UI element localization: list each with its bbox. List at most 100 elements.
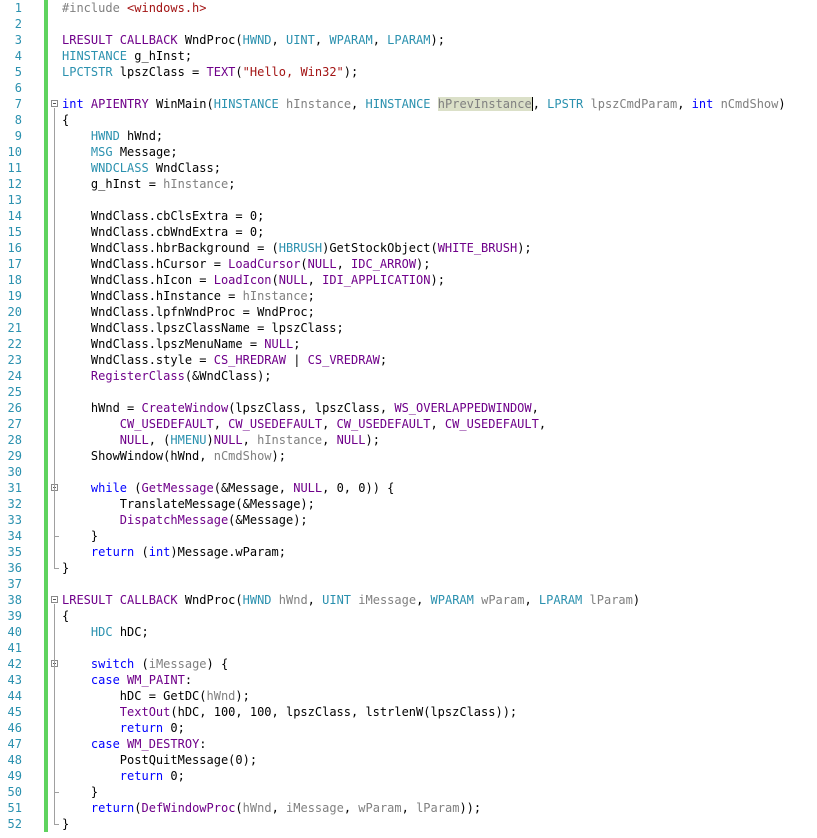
code-token: WndClass.hInstance =: [62, 289, 243, 303]
code-line[interactable]: 24 RegisterClass(&WndClass);: [0, 368, 817, 384]
code-line[interactable]: 34 }: [0, 528, 817, 544]
code-line[interactable]: 10 MSG Message;: [0, 144, 817, 160]
code-token: hWnd: [206, 689, 236, 703]
code-token: ,: [271, 801, 287, 815]
code-line[interactable]: 12 g_hInst = hInstance;: [0, 176, 817, 192]
line-number: 31: [7, 481, 22, 495]
code-line[interactable]: 38 LRESULT CALLBACK WndProc(HWND hWnd, UI…: [0, 592, 817, 608]
code-line[interactable]: 21 WndClass.lpszClassName = lpszClass;: [0, 320, 817, 336]
code-token: ,: [271, 33, 286, 47]
code-line[interactable]: 18 WndClass.hIcon = LoadIcon(NULL, IDI_A…: [0, 272, 817, 288]
code-line[interactable]: 44 hDC = GetDC(hWnd);: [0, 688, 817, 704]
code-token: )Message.wParam;: [170, 545, 286, 559]
code-token: TranslateMessage(&Message);: [62, 497, 315, 511]
code-line[interactable]: 22 WndClass.lpszMenuName = NULL;: [0, 336, 817, 352]
code-line[interactable]: 49 return 0;: [0, 768, 817, 784]
code-token: LPCTSTR: [62, 65, 113, 79]
code-text: HDC hDC;: [62, 624, 149, 640]
code-line[interactable]: 46 return 0;: [0, 720, 817, 736]
code-line[interactable]: 11 WNDCLASS WndClass;: [0, 160, 817, 176]
code-line[interactable]: 33 DispatchMessage(&Message);: [0, 512, 817, 528]
code-text: WndClass.hIcon = LoadIcon(NULL, IDI_APPL…: [62, 272, 445, 288]
code-text: CW_USEDEFAULT, CW_USEDEFAULT, CW_USEDEFA…: [62, 416, 546, 432]
line-number: 8: [14, 113, 22, 127]
code-line[interactable]: 6: [0, 80, 817, 96]
line-number: 22: [7, 337, 22, 351]
code-line[interactable]: 8{: [0, 112, 817, 128]
fold-collapse-icon[interactable]: [51, 100, 58, 107]
code-line[interactable]: 35 return (int)Message.wParam;: [0, 544, 817, 560]
code-line[interactable]: 26 hWnd = CreateWindow(lpszClass, lpszCl…: [0, 400, 817, 416]
fold-guide-line: [54, 492, 55, 536]
code-text: hWnd = CreateWindow(lpszClass, lpszClass…: [62, 400, 539, 416]
code-line[interactable]: 20 WndClass.lpfnWndProc = WndProc;: [0, 304, 817, 320]
fold-collapse-icon[interactable]: [51, 596, 58, 603]
code-token: :: [199, 737, 207, 751]
code-token: hWnd;: [119, 129, 164, 143]
code-line[interactable]: 13: [0, 192, 817, 208]
code-line[interactable]: 5 LPCTSTR lpszClass = TEXT("Hello, Win32"…: [0, 64, 817, 80]
code-token: (&Message,: [213, 481, 294, 495]
code-token: CS_VREDRAW: [307, 353, 380, 367]
code-line[interactable]: 2: [0, 16, 817, 32]
code-line[interactable]: 4 HINSTANCE g_hInst;: [0, 48, 817, 64]
line-number: 16: [7, 241, 22, 255]
code-line[interactable]: 16 WndClass.hbrBackground = (HBRUSH)GetS…: [0, 240, 817, 256]
code-lines[interactable]: 1 #include <windows.h> 2 3 LRESULT CALLBACK …: [0, 0, 817, 832]
code-line[interactable]: 14 WndClass.cbClsExtra = 0;: [0, 208, 817, 224]
code-line[interactable]: 28 NULL, (HMENU)NULL, hInstance, NULL);: [0, 432, 817, 448]
code-token: , 0, 0)) {: [322, 481, 395, 495]
code-line[interactable]: 31 while (GetMessage(&Message, NULL, 0, …: [0, 480, 817, 496]
code-line[interactable]: 50 }: [0, 784, 817, 800]
code-token: hPrevInstance: [437, 97, 532, 111]
line-number: 21: [7, 321, 22, 335]
code-editor[interactable]: 1 #include <windows.h> 2 3 LRESULT CALLBACK …: [0, 0, 817, 838]
line-number: 9: [14, 129, 22, 143]
code-line[interactable]: 41: [0, 640, 817, 656]
code-line[interactable]: 52}: [0, 816, 817, 832]
code-line[interactable]: 47 case WM_DESTROY:: [0, 736, 817, 752]
code-line[interactable]: 17 WndClass.hCursor = LoadCursor(NULL, I…: [0, 256, 817, 272]
code-line[interactable]: 48 PostQuitMessage(0);: [0, 752, 817, 768]
code-line[interactable]: 45 TextOut(hDC, 100, 100, lpszClass, lst…: [0, 704, 817, 720]
code-text: WNDCLASS WndClass;: [62, 160, 221, 176]
code-line[interactable]: 42 switch (iMessage) {: [0, 656, 817, 672]
code-text: NULL, (HMENU)NULL, hInstance, NULL);: [62, 432, 380, 448]
code-line[interactable]: 30: [0, 464, 817, 480]
code-token: wParam: [358, 801, 402, 815]
code-token: IDC_ARROW: [351, 257, 417, 271]
code-line[interactable]: 37: [0, 576, 817, 592]
code-token: |: [285, 353, 308, 367]
code-line[interactable]: 1 #include <windows.h>: [0, 0, 817, 16]
code-line[interactable]: 19 WndClass.hInstance = hInstance;: [0, 288, 817, 304]
code-token: ,: [372, 33, 388, 47]
code-token: hWnd: [278, 593, 308, 607]
code-line[interactable]: 27 CW_USEDEFAULT, CW_USEDEFAULT, CW_USED…: [0, 416, 817, 432]
code-line[interactable]: 39 {: [0, 608, 817, 624]
code-line[interactable]: 51 return(DefWindowProc(hWnd, iMessage, …: [0, 800, 817, 816]
code-token: NULL: [213, 433, 243, 447]
line-number: 19: [7, 289, 22, 303]
code-line[interactable]: 32 TranslateMessage(&Message);: [0, 496, 817, 512]
code-token: PostQuitMessage(0);: [62, 753, 258, 767]
line-number: 38: [7, 593, 22, 607]
code-line[interactable]: 7 int APIENTRY WinMain(HINSTANCE hInstanc…: [0, 96, 817, 112]
code-token: LRESULT CALLBACK: [62, 33, 178, 47]
code-line[interactable]: 15 WndClass.cbWndExtra = 0;: [0, 224, 817, 240]
code-token: (: [300, 257, 308, 271]
line-number: 28: [7, 433, 22, 447]
code-line[interactable]: 3 LRESULT CALLBACK WndProc(HWND, UINT, WP…: [0, 32, 817, 48]
code-line[interactable]: 36}: [0, 560, 817, 576]
code-line[interactable]: 40 HDC hDC;: [0, 624, 817, 640]
code-line[interactable]: 25: [0, 384, 817, 400]
code-line[interactable]: 23 WndClass.style = CS_HREDRAW | CS_VRED…: [0, 352, 817, 368]
code-token: (: [134, 545, 149, 559]
code-text: RegisterClass(&WndClass);: [62, 368, 272, 384]
code-token: DefWindowProc: [141, 801, 236, 815]
line-number: 14: [7, 209, 22, 223]
code-token: ;: [379, 353, 388, 367]
code-token: );: [365, 433, 380, 447]
code-line[interactable]: 43 case WM_PAINT:: [0, 672, 817, 688]
code-line[interactable]: 29 ShowWindow(hWnd, nCmdShow);: [0, 448, 817, 464]
code-line[interactable]: 9 HWND hWnd;: [0, 128, 817, 144]
